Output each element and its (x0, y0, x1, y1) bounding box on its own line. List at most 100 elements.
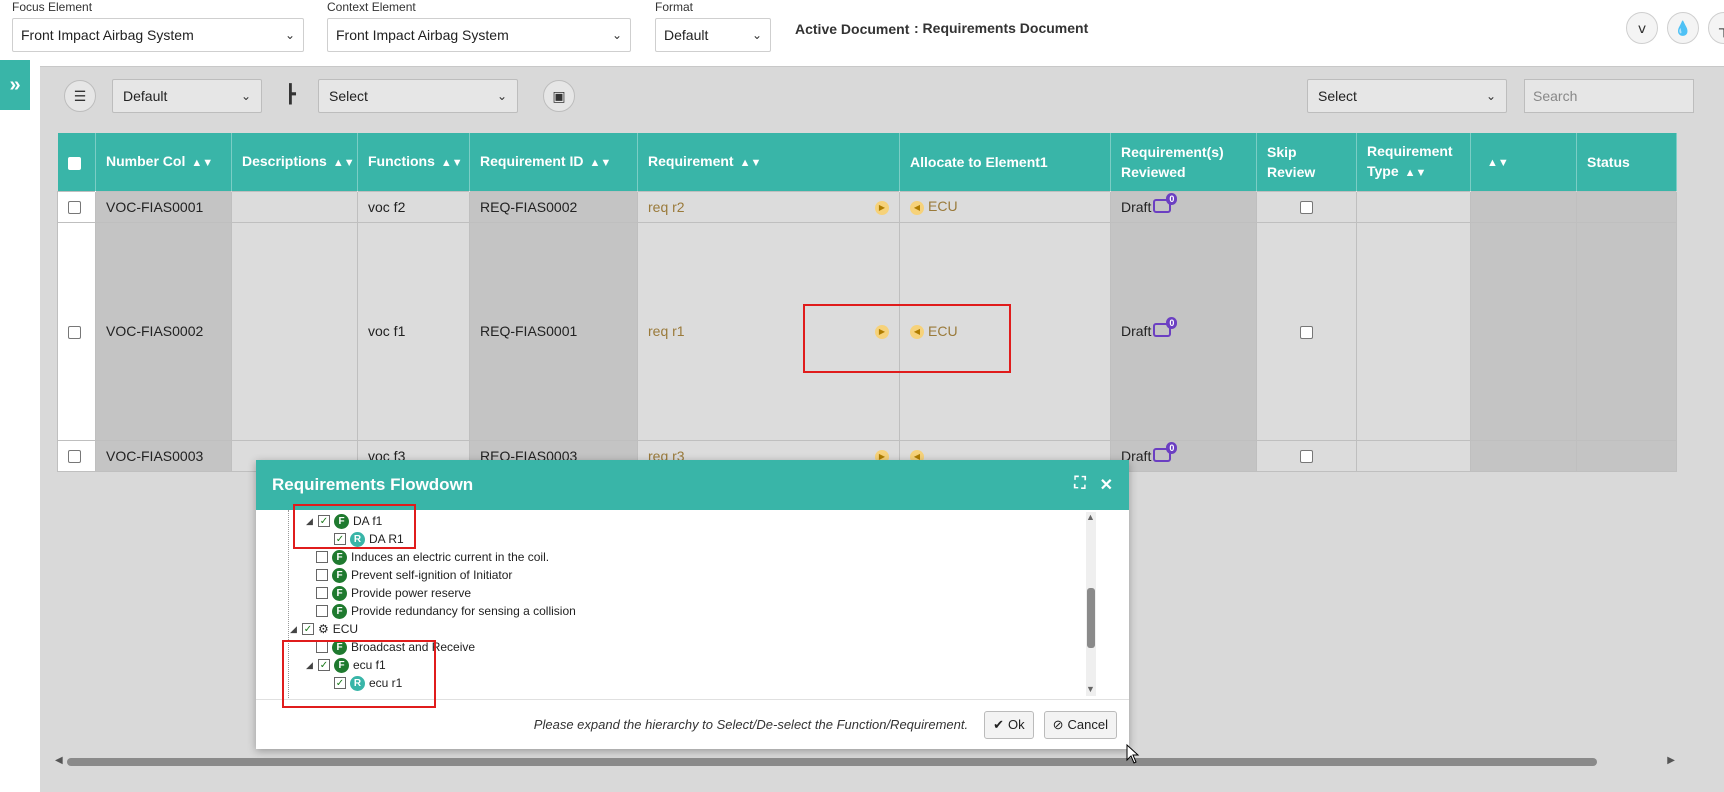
chevron-down-icon: ⌄ (1485, 89, 1496, 103)
ok-button[interactable]: ✔ Ok (984, 710, 1034, 739)
description-cell[interactable] (231, 190, 358, 223)
status-cell[interactable] (1576, 190, 1677, 223)
arrow-right-icon: ▶ (875, 200, 889, 215)
row-checkbox[interactable] (57, 439, 96, 472)
column-header[interactable]: Number Col ▲▼ (95, 133, 232, 191)
row-checkbox[interactable] (57, 190, 96, 223)
reviewed-cell[interactable]: Draft 0 (1110, 190, 1257, 223)
format-select[interactable]: Default ⌄ (655, 18, 771, 52)
cancel-button[interactable]: ⊘ Cancel (1043, 710, 1117, 739)
chevron-down-icon: ⌄ (496, 89, 507, 103)
focus-element-label: Focus Element (12, 0, 93, 14)
unnamed-cell[interactable] (1470, 221, 1577, 441)
ban-icon: ⊘ (1052, 716, 1064, 732)
sort-icon: ▲▼ (440, 156, 463, 169)
sort-icon: ▲▼ (1487, 156, 1509, 169)
reviewed-cell[interactable]: Draft 0 (1110, 221, 1257, 441)
table-row: VOC-FIAS0001 voc f2 REQ-FIAS0002 req r2 ▶… (57, 190, 1677, 223)
expand-panel-button[interactable]: » (0, 60, 30, 110)
layers-icon[interactable]: ☰ (64, 80, 96, 112)
number-cell[interactable]: VOC-FIAS0002 (95, 221, 232, 441)
comment-icon: 0 (1153, 441, 1178, 462)
function-cell[interactable]: voc f2 (357, 190, 470, 223)
tree-node[interactable]: F Induces an electric current in the coil… (316, 548, 549, 566)
collapse-icon: ◢ (290, 623, 297, 634)
context-element-select[interactable]: Front Impact Airbag System ⌄ (327, 18, 631, 52)
tree-node[interactable]: F Prevent self-ignition of Initiator (316, 566, 512, 584)
sort-icon: ▲▼ (739, 156, 762, 169)
requirement-id-cell[interactable]: REQ-FIAS0002 (469, 190, 638, 223)
format-value: Default (664, 27, 709, 43)
view-select[interactable]: Default ⌄ (112, 79, 262, 113)
chevron-down-icon: ⌄ (284, 28, 295, 42)
maximize-icon[interactable]: ⛶ (1074, 475, 1085, 495)
node-checkbox (316, 569, 328, 581)
node-checkbox (316, 551, 328, 563)
vine-icon[interactable]: ⅴ (1626, 12, 1658, 44)
focus-element-select[interactable]: Front Impact Airbag System ⌄ (12, 18, 304, 52)
search-input[interactable]: Search (1524, 79, 1694, 113)
node-checkbox (316, 587, 328, 599)
column-header[interactable]: Requirement ID ▲▼ (469, 133, 638, 191)
scroll-thumb (67, 758, 1597, 766)
tree-node[interactable]: F Provide power reserve (316, 584, 471, 602)
sort-icon: ▲▼ (332, 156, 355, 169)
function-badge-icon: F (332, 603, 347, 619)
number-cell[interactable]: VOC-FIAS0003 (95, 439, 232, 472)
number-cell[interactable]: VOC-FIAS0001 (95, 190, 232, 223)
active-document-value: : Requirements Document (914, 20, 1089, 36)
skip-review-checkbox[interactable] (1256, 221, 1357, 441)
focus-element-value: Front Impact Airbag System (21, 27, 194, 43)
column-header[interactable]: Skip Review (1256, 133, 1357, 191)
skip-review-checkbox[interactable] (1256, 439, 1357, 472)
function-cell[interactable]: voc f1 (357, 221, 470, 441)
scroll-right-icon: ▶ (1667, 755, 1675, 766)
context-element-label: Context Element (327, 0, 416, 14)
double-chevron-right-icon: » (9, 73, 21, 96)
unnamed-cell[interactable] (1470, 439, 1577, 472)
column-header[interactable]: Requirement ▲▼ (637, 133, 900, 191)
row-checkbox[interactable] (57, 221, 96, 441)
check-icon: ✔ (993, 716, 1004, 732)
function-badge-icon: F (332, 549, 347, 565)
chart-icon[interactable]: ┐ (1708, 12, 1724, 44)
requirement-id-cell[interactable]: REQ-FIAS0001 (469, 221, 638, 441)
requirement-type-cell[interactable] (1356, 190, 1471, 223)
column-header[interactable]: ▲▼ (1470, 133, 1577, 191)
function-badge-icon: F (332, 585, 347, 601)
close-icon[interactable]: ✕ (1100, 475, 1113, 495)
allocate-cell[interactable]: ◀ ECU (899, 190, 1111, 223)
horizontal-scrollbar[interactable]: ◀ ▶ (55, 755, 1675, 767)
reviewed-cell[interactable]: Draft 0 (1110, 439, 1257, 472)
requirement-type-cell[interactable] (1356, 439, 1471, 472)
active-document-label: Active Document (795, 21, 910, 37)
select-all-checkbox[interactable] (57, 133, 96, 191)
hierarchy-select[interactable]: Select ⌄ (318, 79, 518, 113)
highlight-box (282, 640, 436, 708)
requirement-cell[interactable]: req r2 ▶ (637, 190, 900, 223)
comment-icon: 0 (1153, 192, 1178, 213)
tree-node[interactable]: ◢ ✓ ⚙ ECU (290, 620, 358, 638)
arrow-left-icon: ◀ (910, 200, 924, 215)
column-header[interactable]: Functions ▲▼ (357, 133, 470, 191)
column-header[interactable]: Requirement(s) Reviewed (1110, 133, 1257, 191)
node-checkbox (316, 605, 328, 617)
column-header[interactable]: Requirement Type ▲▼ (1356, 133, 1471, 191)
filter-select[interactable]: Select ⌄ (1307, 79, 1507, 113)
tree-node[interactable]: F Provide redundancy for sensing a collis… (316, 602, 576, 620)
column-header[interactable]: Status (1576, 133, 1677, 191)
image-icon[interactable]: ▣ (543, 80, 575, 112)
chevron-down-icon: ⌄ (240, 89, 251, 103)
dialog-header: Requirements Flowdown ⛶ ✕ (256, 460, 1129, 510)
hierarchy-icon[interactable]: ┣ (285, 84, 296, 105)
description-cell[interactable] (231, 221, 358, 441)
requirement-type-cell[interactable] (1356, 221, 1471, 441)
column-header[interactable]: Descriptions ▲▼ (231, 133, 358, 191)
skip-review-checkbox[interactable] (1256, 190, 1357, 223)
column-header[interactable]: Allocate to Element1 (899, 133, 1111, 191)
status-cell[interactable] (1576, 221, 1677, 441)
format-label: Format (655, 0, 694, 14)
unnamed-cell[interactable] (1470, 190, 1577, 223)
status-cell[interactable] (1576, 439, 1677, 472)
drop-icon[interactable]: 💧 (1667, 12, 1699, 44)
